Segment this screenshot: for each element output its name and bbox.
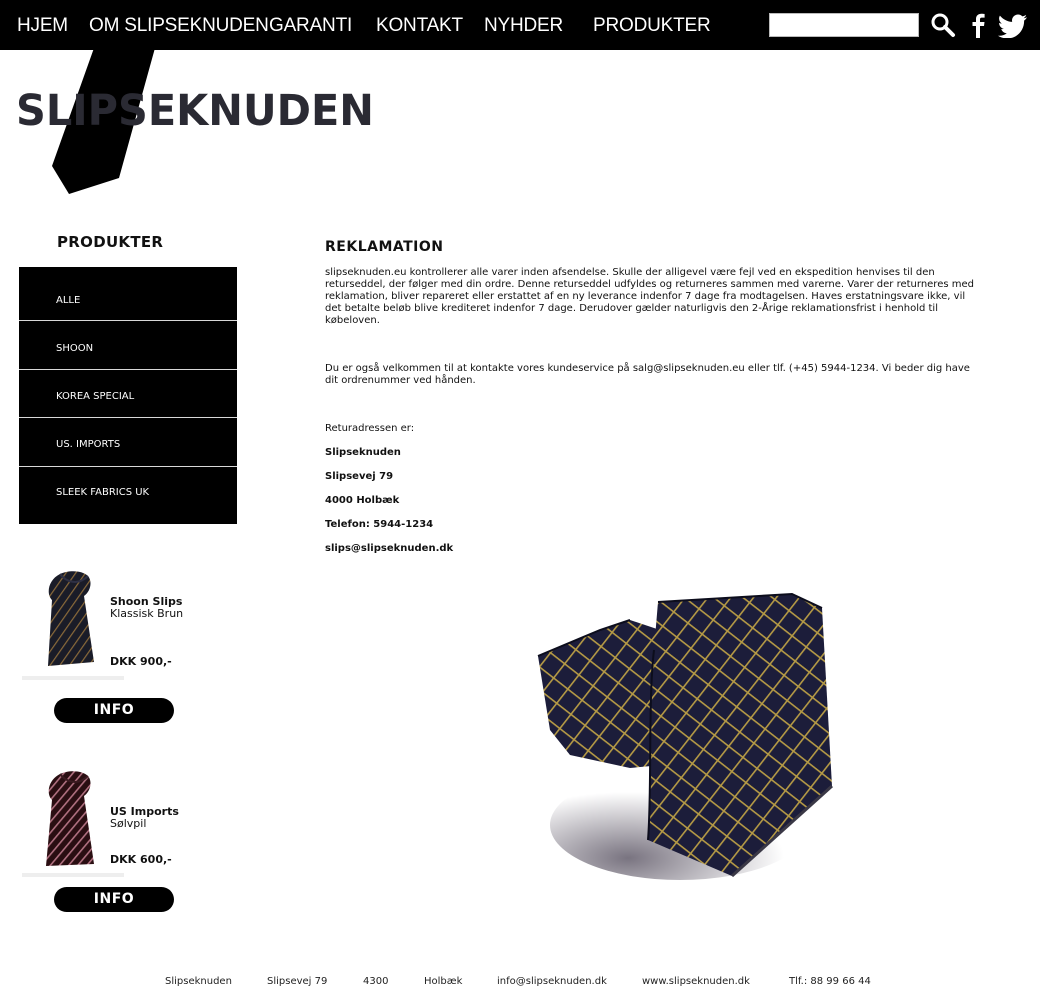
product-underline xyxy=(22,676,124,680)
product-info-button[interactable]: INFO xyxy=(54,887,174,912)
footer-city: Holbæk xyxy=(424,976,463,987)
sidebar-menu: ALLE SHOON KOREA SPECIAL US. IMPORTS SLE… xyxy=(19,267,237,524)
product-subtitle: Klassisk Brun xyxy=(110,607,184,620)
contact-paragraph: Du er også velkommen til at kontakte vor… xyxy=(325,363,970,386)
nav-about[interactable]: OM SLIPSEKNUDEN xyxy=(89,13,269,39)
site-logo[interactable]: SLIPSEKNUDEN xyxy=(14,48,378,198)
footer-zip: 4300 xyxy=(363,976,389,987)
footer-phone: Tlf.: 88 99 66 44 xyxy=(789,976,871,987)
page-title: REKLAMATION xyxy=(325,239,444,255)
product-image-shoon-tie[interactable] xyxy=(38,570,108,670)
product-price: DKK 900,- xyxy=(110,655,172,668)
return-address-label: Returadressen er: xyxy=(325,423,415,434)
product-underline xyxy=(22,873,124,877)
nav-news[interactable]: NYHDER xyxy=(484,13,563,39)
sidebar-heading: PRODUKTER xyxy=(57,233,164,251)
address-city: 4000 Holbæk xyxy=(325,495,400,506)
sidebar-item-all[interactable]: ALLE xyxy=(19,295,237,306)
tie-logo-icon: SLIPSEKNUDEN xyxy=(14,48,376,194)
footer-street: Slipsevej 79 xyxy=(267,976,328,987)
address-email[interactable]: slips@slipseknuden.dk xyxy=(325,543,453,554)
sidebar-item-shoon[interactable]: SHOON xyxy=(19,343,237,354)
sidebar-item-korea-special[interactable]: KOREA SPECIAL xyxy=(19,391,237,402)
address-phone: Telefon: 5944-1234 xyxy=(325,519,434,530)
featured-tie-image xyxy=(537,592,834,880)
nav-products[interactable]: PRODUKTER xyxy=(593,13,711,39)
sidebar-divider xyxy=(19,320,237,321)
logo-text: SLIPSEKNUDEN xyxy=(16,86,374,136)
top-navigation-bar: HJEM OM SLIPSEKNUDEN GARANTI KONTAKT NYH… xyxy=(0,0,1040,50)
product-price: DKK 600,- xyxy=(110,853,172,866)
product-image-us-imports-tie[interactable] xyxy=(38,770,108,870)
sidebar-divider xyxy=(19,417,237,418)
twitter-icon[interactable] xyxy=(998,14,1028,38)
search-icon[interactable] xyxy=(930,12,956,38)
sidebar-divider xyxy=(19,369,237,370)
footer-email[interactable]: info@slipseknuden.dk xyxy=(497,976,607,987)
reclamation-paragraph: slipseknuden.eu kontrollerer alle varer … xyxy=(325,267,974,326)
facebook-icon[interactable] xyxy=(970,12,986,38)
search-input[interactable] xyxy=(769,13,919,37)
product-info-button[interactable]: INFO xyxy=(54,698,174,723)
sidebar-divider xyxy=(19,466,237,467)
footer-company: Slipseknuden xyxy=(165,976,232,987)
product-subtitle: Sølvpil xyxy=(110,817,147,830)
footer-website[interactable]: www.slipseknuden.dk xyxy=(642,976,750,987)
nav-warranty[interactable]: GARANTI xyxy=(269,13,352,39)
address-company: Slipseknuden xyxy=(325,447,401,458)
nav-contact[interactable]: KONTAKT xyxy=(376,13,463,39)
nav-home[interactable]: HJEM xyxy=(17,13,68,39)
address-street: Slipsevej 79 xyxy=(325,471,394,482)
sidebar-item-us-imports[interactable]: US. IMPORTS xyxy=(19,439,237,450)
sidebar-item-sleek-fabrics[interactable]: SLEEK FABRICS UK xyxy=(19,487,237,498)
